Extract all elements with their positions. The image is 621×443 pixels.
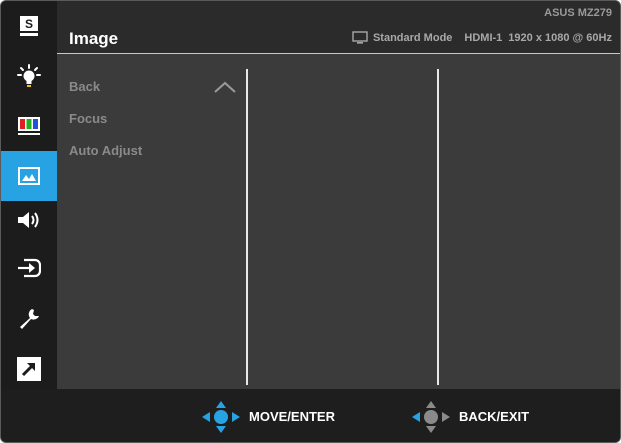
input-label: HDMI-1 [464, 32, 503, 44]
image-icon [18, 167, 40, 185]
sidebar-item-shortcut[interactable] [1, 344, 57, 394]
sidebar-item-image[interactable] [1, 151, 57, 201]
sound-icon [18, 212, 39, 228]
color-icon [18, 117, 40, 135]
mode-label: Standard Mode [372, 32, 453, 44]
footer-bar: MOVE/ENTER BACK/EXIT [1, 389, 620, 442]
header-divider [57, 53, 620, 54]
sidebar-item-blue-light[interactable] [1, 51, 57, 101]
sidebar-item-color[interactable] [1, 101, 57, 151]
system-setup-icon [20, 309, 39, 329]
splendid-icon: S [20, 16, 38, 36]
sidebar-item-input-select[interactable] [1, 243, 57, 293]
osd-window: S Image ASUS MZ279 Standard Mode HDMI-1 … [0, 0, 621, 443]
joystick-move-icon [202, 400, 240, 433]
header-bar: Image ASUS MZ279 Standard Mode HDMI-1 19… [57, 1, 620, 53]
model-name: ASUS MZ279 [544, 7, 612, 19]
column-divider-2 [437, 69, 439, 385]
column-divider-1 [246, 69, 248, 385]
status-info: Standard Mode HDMI-1 1920 x 1080 @ 60Hz [352, 31, 612, 45]
menu-item-focus[interactable]: Focus [69, 111, 107, 126]
sidebar-item-system-setup[interactable] [1, 294, 57, 344]
joystick-back-icon [412, 400, 450, 433]
shortcut-icon [17, 357, 41, 381]
back-exit-label: BACK/EXIT [459, 409, 530, 424]
svg-text:S: S [25, 17, 33, 31]
blue-light-icon [17, 64, 41, 87]
input-select-icon [18, 258, 41, 278]
move-enter-hint: MOVE/ENTER [201, 389, 335, 442]
chevron-up-icon [214, 81, 236, 93]
page-title: Image [69, 29, 119, 48]
monitor-icon [352, 31, 368, 44]
move-enter-label: MOVE/ENTER [249, 409, 335, 424]
menu-item-back[interactable]: Back [69, 79, 100, 94]
menu-item-auto-adjust[interactable]: Auto Adjust [69, 143, 142, 158]
sidebar-item-splendid[interactable]: S [1, 1, 57, 51]
resolution-label: 1920 x 1080 @ 60Hz [508, 32, 612, 44]
sidebar-item-sound[interactable] [1, 195, 57, 245]
sidebar: S [1, 1, 57, 389]
back-exit-hint: BACK/EXIT [411, 389, 530, 442]
